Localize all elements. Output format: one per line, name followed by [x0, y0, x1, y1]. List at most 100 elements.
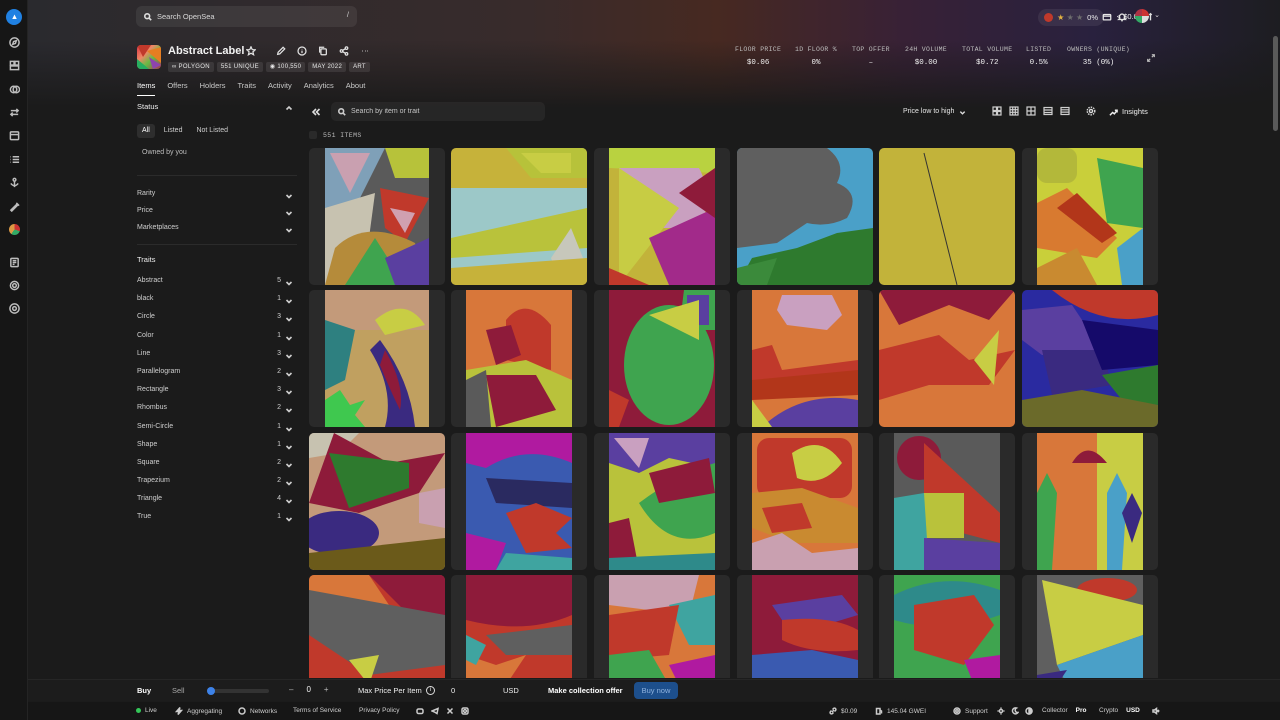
- volume-icon[interactable]: [1152, 707, 1160, 715]
- x-twitter-icon[interactable]: [446, 707, 454, 715]
- settings-icon[interactable]: [8, 279, 20, 291]
- swap-icon[interactable]: [8, 106, 20, 118]
- page-scrollbar[interactable]: [1273, 36, 1278, 131]
- trait-filter[interactable]: Circle 3: [137, 308, 297, 326]
- grid-small-icon[interactable]: [1026, 106, 1036, 116]
- rewards-icon[interactable]: [8, 176, 20, 188]
- nft-card[interactable]: [309, 575, 445, 678]
- edit-pencil-icon[interactable]: [275, 45, 287, 57]
- status-not-listed[interactable]: Not Listed: [191, 124, 233, 138]
- user-avatar[interactable]: [1135, 9, 1149, 23]
- grid-medium-icon[interactable]: [1009, 106, 1019, 116]
- trait-filter[interactable]: Rhombus 2: [137, 399, 297, 417]
- table-view-icon[interactable]: [1060, 106, 1070, 116]
- nft-card[interactable]: [451, 290, 587, 427]
- nft-card[interactable]: [1022, 575, 1158, 678]
- owned-by-you-toggle[interactable]: Owned by you: [137, 144, 297, 161]
- compass-icon[interactable]: [8, 36, 20, 48]
- make-collection-offer-button[interactable]: Make collection offer: [548, 686, 623, 695]
- buy-now-button[interactable]: Buy now: [634, 682, 678, 699]
- grid-large-icon[interactable]: [992, 106, 1002, 116]
- status-section-header[interactable]: Status: [137, 102, 297, 116]
- tab-about[interactable]: About: [346, 81, 366, 96]
- contrast-icon[interactable]: [1025, 707, 1033, 715]
- nft-card[interactable]: [1022, 433, 1158, 570]
- status-all[interactable]: All: [137, 124, 155, 138]
- insights-button[interactable]: Insights: [1109, 103, 1148, 121]
- help-icon[interactable]: [8, 302, 20, 314]
- star-favorite-icon[interactable]: [245, 45, 257, 57]
- drops-icon[interactable]: [8, 129, 20, 141]
- nft-card[interactable]: [594, 148, 730, 285]
- decrement-button[interactable]: –: [289, 685, 293, 694]
- privacy-link[interactable]: Privacy Policy: [359, 707, 399, 714]
- nft-card[interactable]: [451, 575, 587, 678]
- terms-link[interactable]: Terms of Service: [293, 707, 341, 714]
- item-search[interactable]: [331, 102, 545, 121]
- chevron-down-icon[interactable]: ⌄: [1154, 11, 1160, 19]
- nft-card[interactable]: [879, 575, 1015, 678]
- opensea-logo-icon[interactable]: [6, 9, 22, 25]
- aggregating-status[interactable]: Aggregating: [175, 707, 222, 715]
- nft-card[interactable]: [737, 433, 873, 570]
- nft-card[interactable]: [309, 433, 445, 570]
- nft-card[interactable]: [737, 575, 873, 678]
- pro-mode[interactable]: Pro: [1076, 707, 1087, 714]
- sun-icon[interactable]: [997, 707, 1005, 715]
- nft-card[interactable]: [1022, 290, 1158, 427]
- docs-icon[interactable]: [8, 256, 20, 268]
- buy-mode-tab[interactable]: Buy: [137, 686, 151, 695]
- trait-filter[interactable]: Line 3: [137, 345, 297, 363]
- slider-knob[interactable]: [207, 687, 215, 695]
- global-search-input[interactable]: [157, 12, 307, 21]
- tab-analytics[interactable]: Analytics: [304, 81, 334, 96]
- tab-traits[interactable]: Traits: [237, 81, 255, 96]
- trait-filter[interactable]: Semi-Circle 1: [137, 418, 297, 436]
- activity-list-icon[interactable]: [8, 153, 20, 165]
- filter-marketplaces[interactable]: Marketplaces: [137, 219, 297, 236]
- telegram-icon[interactable]: [431, 707, 439, 715]
- support-link[interactable]: Support: [953, 707, 988, 715]
- tokens-icon[interactable]: [8, 83, 20, 95]
- nft-card[interactable]: [594, 290, 730, 427]
- status-listed[interactable]: Listed: [159, 124, 188, 138]
- trait-filter[interactable]: Shape 1: [137, 436, 297, 454]
- global-search[interactable]: /: [136, 6, 357, 27]
- collector-mode[interactable]: Collector: [1042, 707, 1068, 714]
- item-search-input[interactable]: [351, 108, 531, 115]
- sell-mode-tab[interactable]: Sell: [172, 686, 185, 695]
- nft-card[interactable]: [879, 433, 1015, 570]
- more-options-icon[interactable]: [359, 45, 371, 57]
- list-view-icon[interactable]: [1043, 106, 1053, 116]
- crypto-currency[interactable]: Crypto: [1099, 707, 1118, 714]
- sort-dropdown[interactable]: Price low to high: [903, 103, 966, 121]
- collections-icon[interactable]: [8, 59, 20, 71]
- nft-card[interactable]: [737, 148, 873, 285]
- usd-currency[interactable]: USD: [1126, 707, 1140, 714]
- filter-rarity[interactable]: Rarity: [137, 185, 297, 202]
- tab-holders[interactable]: Holders: [200, 81, 226, 96]
- trait-filter[interactable]: Triangle 4: [137, 490, 297, 508]
- settings-gear-icon[interactable]: [1086, 106, 1096, 116]
- increment-button[interactable]: +: [324, 685, 329, 694]
- tab-offers[interactable]: Offers: [167, 81, 187, 96]
- nft-card[interactable]: [737, 290, 873, 427]
- max-price-input[interactable]: 0: [451, 686, 455, 695]
- trait-filter[interactable]: Trapezium 2: [137, 472, 297, 490]
- trait-filter[interactable]: Rectangle 3: [137, 381, 297, 399]
- nft-card[interactable]: [451, 433, 587, 570]
- filter-price[interactable]: Price: [137, 202, 297, 219]
- trait-filter[interactable]: Abstract 5: [137, 272, 297, 290]
- networks-link[interactable]: Networks: [238, 707, 277, 715]
- copy-icon[interactable]: [317, 45, 329, 57]
- tab-items[interactable]: Items: [137, 81, 156, 96]
- nft-card[interactable]: [879, 148, 1015, 285]
- moon-icon[interactable]: [1011, 707, 1019, 715]
- nft-card[interactable]: [1022, 148, 1158, 285]
- nft-card[interactable]: [309, 148, 445, 285]
- instagram-icon[interactable]: [461, 707, 469, 715]
- chevron-up-icon[interactable]: [285, 104, 293, 112]
- collapse-filters-icon[interactable]: [311, 107, 321, 117]
- discord-icon[interactable]: [416, 707, 424, 715]
- info-icon[interactable]: i: [425, 686, 435, 695]
